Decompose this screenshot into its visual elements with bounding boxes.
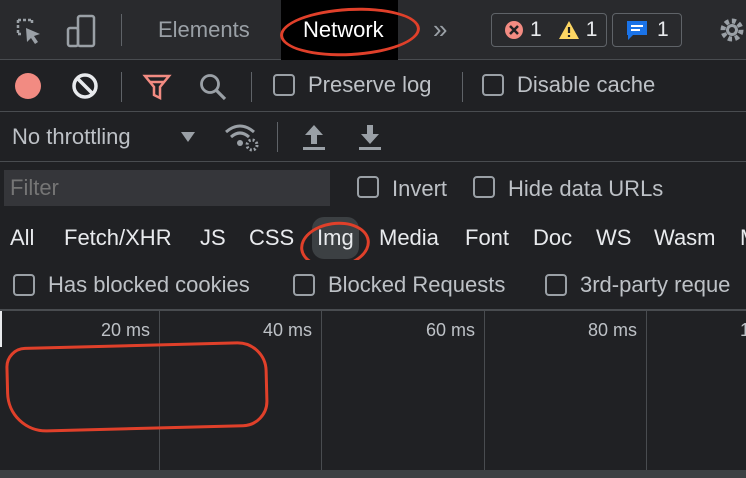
throttling-toolbar: No throttling <box>0 112 746 162</box>
timeline-gridline <box>646 311 647 471</box>
type-filter-js[interactable]: JS <box>200 225 226 251</box>
clear-icon[interactable] <box>71 72 99 100</box>
message-icon <box>625 19 649 41</box>
timeline-tick-label: 60 ms <box>426 320 476 340</box>
blocked-requests-label: Blocked Requests <box>328 272 506 297</box>
resource-type-filters: All Fetch/XHR JS CSS Img Media Font Doc … <box>0 214 746 260</box>
disable-cache-label: Disable cache <box>517 72 656 97</box>
type-filter-doc[interactable]: Doc <box>533 225 572 251</box>
type-filter-manifest[interactable]: M <box>740 225 746 251</box>
error-icon <box>504 20 524 40</box>
type-filter-wasm[interactable]: Wasm <box>654 225 716 251</box>
filter-input[interactable] <box>4 170 330 206</box>
timeline-gridline <box>321 311 322 471</box>
record-button[interactable] <box>14 72 42 100</box>
more-tabs-chevron-icon[interactable]: » <box>433 14 447 45</box>
hide-data-urls-checkbox[interactable] <box>473 176 495 198</box>
annotation-box-timeline <box>4 340 270 434</box>
inspect-element-icon[interactable] <box>14 16 44 46</box>
timeline-tick-label: 20 ms <box>101 320 151 340</box>
preserve-log-checkbox[interactable] <box>273 74 295 96</box>
type-filter-ws[interactable]: WS <box>596 225 631 251</box>
tab-separator <box>121 14 122 46</box>
type-filter-font[interactable]: Font <box>465 225 509 251</box>
network-conditions-wifi-icon[interactable] <box>224 122 260 152</box>
filter-bar: Invert Hide data URLs <box>0 162 746 214</box>
disable-cache-checkbox[interactable] <box>482 74 504 96</box>
preserve-log-label: Preserve log <box>308 72 432 97</box>
timeline-gridline <box>484 311 485 471</box>
hide-data-urls-label: Hide data URLs <box>508 176 664 201</box>
bottom-divider <box>0 470 746 478</box>
timeline-cursor <box>0 311 2 347</box>
blocked-filters-row: Has blocked cookies Blocked Requests 3rd… <box>0 260 746 310</box>
warnings-count: 1 <box>585 18 598 41</box>
timeline-tick-label: 1 <box>740 320 746 340</box>
throttling-select[interactable]: No throttling <box>12 124 131 150</box>
blocked-requests-checkbox[interactable] <box>293 274 315 296</box>
settings-gear-icon[interactable] <box>718 16 746 44</box>
messages-counter[interactable]: 1 <box>612 13 682 47</box>
export-har-download-icon[interactable] <box>358 122 382 152</box>
invert-checkbox[interactable] <box>357 176 379 198</box>
import-har-upload-icon[interactable] <box>302 122 326 152</box>
has-blocked-cookies-label: Has blocked cookies <box>48 272 250 297</box>
toolbar-separator <box>121 72 122 102</box>
type-filter-media[interactable]: Media <box>379 225 439 251</box>
network-toolbar: Preserve log Disable cache <box>0 60 746 112</box>
toolbar-separator <box>462 72 463 102</box>
type-filter-fetch-xhr[interactable]: Fetch/XHR <box>64 225 172 251</box>
dropdown-triangle-icon[interactable] <box>180 130 196 142</box>
has-blocked-cookies-checkbox[interactable] <box>13 274 35 296</box>
filter-icon[interactable] <box>142 72 172 102</box>
toolbar-separator <box>251 72 252 102</box>
issues-counter[interactable]: 1 1 <box>491 13 607 47</box>
search-icon[interactable] <box>198 72 228 102</box>
type-filter-all[interactable]: All <box>10 225 34 251</box>
third-party-requests-label: 3rd-party reque <box>580 272 731 297</box>
errors-count: 1 <box>530 18 542 41</box>
type-filter-css[interactable]: CSS <box>249 225 294 251</box>
device-toolbar-icon[interactable] <box>66 14 98 48</box>
warning-icon <box>558 20 580 40</box>
timeline-tick-label: 40 ms <box>263 320 313 340</box>
timeline-tick-label: 80 ms <box>588 320 638 340</box>
invert-label: Invert <box>392 176 448 201</box>
messages-count: 1 <box>657 18 669 41</box>
toolbar-separator <box>277 122 278 152</box>
third-party-requests-checkbox[interactable] <box>545 274 567 296</box>
tab-elements[interactable]: Elements <box>158 17 250 43</box>
